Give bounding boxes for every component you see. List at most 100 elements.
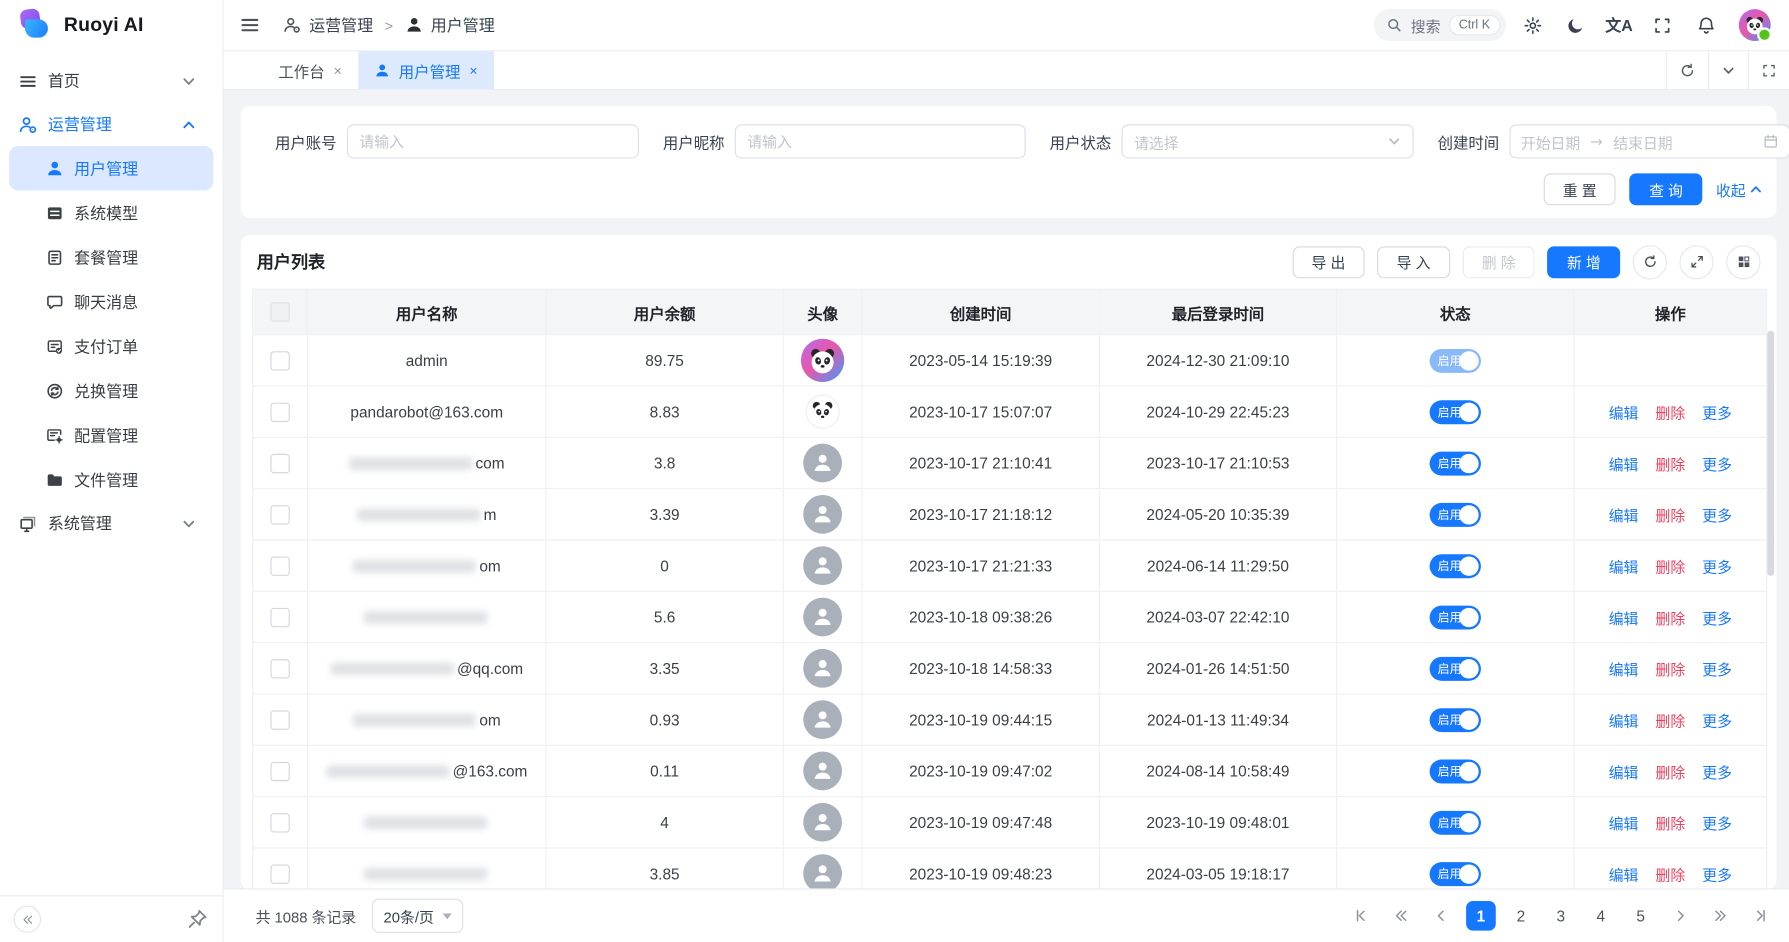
page-button-1[interactable]: 1 — [1466, 901, 1496, 931]
sidebar-item-config[interactable]: 配置管理 — [9, 413, 213, 457]
edit-link[interactable]: 编辑 — [1609, 760, 1639, 782]
page-button-4[interactable]: 4 — [1586, 901, 1616, 931]
status-toggle[interactable]: 启用 — [1430, 451, 1481, 475]
pin-icon[interactable] — [186, 908, 209, 931]
tab-refresh-button[interactable] — [1666, 51, 1708, 89]
delete-link[interactable]: 删除 — [1655, 504, 1685, 526]
more-link[interactable]: 更多 — [1702, 555, 1732, 577]
search-button[interactable]: 查 询 — [1630, 173, 1703, 205]
page-button-5[interactable]: 5 — [1626, 901, 1656, 931]
row-checkbox[interactable] — [270, 607, 289, 626]
delete-link[interactable]: 删除 — [1655, 452, 1685, 474]
sidebar-item-system-models[interactable]: 系统模型 — [9, 190, 213, 234]
status-toggle[interactable]: 启用 — [1430, 656, 1481, 680]
refresh-table-button[interactable] — [1633, 245, 1667, 279]
edit-link[interactable]: 编辑 — [1609, 504, 1639, 526]
hamburger-icon[interactable] — [240, 15, 261, 36]
tab-maximize-button[interactable] — [1748, 51, 1789, 89]
delete-button[interactable]: 删 除 — [1462, 246, 1535, 278]
date-range-picker[interactable]: 开始日期 结束日期 — [1509, 124, 1789, 158]
language-button[interactable]: 文A — [1602, 8, 1636, 42]
edit-link[interactable]: 编辑 — [1609, 863, 1639, 885]
user-avatar[interactable] — [1739, 9, 1771, 41]
delete-link[interactable]: 删除 — [1655, 401, 1685, 423]
more-link[interactable]: 更多 — [1702, 709, 1732, 731]
close-icon[interactable]: × — [470, 62, 478, 78]
sidebar-item-files[interactable]: 文件管理 — [9, 457, 213, 501]
row-checkbox[interactable] — [270, 761, 289, 780]
edit-link[interactable]: 编辑 — [1609, 811, 1639, 833]
sidebar-item-payment-orders[interactable]: 支付订单 — [9, 324, 213, 368]
edit-link[interactable]: 编辑 — [1609, 555, 1639, 577]
settings-button[interactable] — [1515, 8, 1549, 42]
sidebar-item-user-management[interactable]: 用户管理 — [9, 146, 213, 190]
row-checkbox[interactable] — [270, 556, 289, 575]
row-checkbox[interactable] — [270, 351, 289, 370]
last-page-button[interactable] — [1746, 901, 1776, 931]
edit-link[interactable]: 编辑 — [1609, 657, 1639, 679]
select-all-checkbox[interactable] — [270, 302, 289, 321]
sidebar-item-redeem[interactable]: 兑换管理 — [9, 368, 213, 412]
row-checkbox[interactable] — [270, 402, 289, 421]
sidebar-item-home[interactable]: 首页 — [0, 59, 222, 102]
breadcrumb-item[interactable]: 运营管理 — [309, 14, 373, 37]
row-checkbox[interactable] — [270, 659, 289, 678]
more-link[interactable]: 更多 — [1702, 504, 1732, 526]
collapse-filter-link[interactable]: 收起 — [1716, 178, 1763, 200]
close-icon[interactable]: × — [334, 62, 342, 78]
page-size-select[interactable]: 20条/页 — [372, 899, 463, 933]
more-link[interactable]: 更多 — [1702, 657, 1732, 679]
delete-link[interactable]: 删除 — [1655, 657, 1685, 679]
status-toggle[interactable]: 启用 — [1430, 348, 1481, 372]
edit-link[interactable]: 编辑 — [1609, 606, 1639, 628]
tab-menu-button[interactable] — [1708, 51, 1748, 89]
status-toggle[interactable]: 启用 — [1430, 502, 1481, 526]
fullscreen-button[interactable] — [1645, 8, 1679, 42]
sidebar-item-chat-messages[interactable]: 聊天消息 — [9, 279, 213, 323]
sidebar-item-system[interactable]: 系统管理 — [0, 502, 222, 545]
more-link[interactable]: 更多 — [1702, 401, 1732, 423]
more-link[interactable]: 更多 — [1702, 452, 1732, 474]
reset-button[interactable]: 重 置 — [1543, 173, 1616, 205]
tab-workbench[interactable]: 工作台 × — [262, 51, 357, 89]
page-button-2[interactable]: 2 — [1506, 901, 1536, 931]
import-button[interactable]: 导 入 — [1377, 246, 1450, 278]
first-page-button[interactable] — [1346, 901, 1376, 931]
notifications-button[interactable] — [1689, 8, 1723, 42]
next-page-button[interactable] — [1666, 901, 1696, 931]
delete-link[interactable]: 删除 — [1655, 606, 1685, 628]
row-checkbox[interactable] — [270, 813, 289, 832]
add-button[interactable]: 新 增 — [1548, 246, 1621, 278]
more-link[interactable]: 更多 — [1702, 811, 1732, 833]
theme-toggle-button[interactable] — [1559, 8, 1593, 42]
breadcrumb-item[interactable]: 用户管理 — [431, 14, 495, 37]
edit-link[interactable]: 编辑 — [1609, 452, 1639, 474]
column-settings-button[interactable] — [1726, 245, 1760, 279]
status-toggle[interactable]: 启用 — [1430, 759, 1481, 783]
delete-link[interactable]: 删除 — [1655, 811, 1685, 833]
status-toggle[interactable]: 启用 — [1430, 554, 1481, 578]
fullscreen-table-button[interactable] — [1679, 245, 1713, 279]
status-toggle[interactable]: 启用 — [1430, 400, 1481, 424]
table-scrollbar[interactable] — [1767, 331, 1774, 576]
row-checkbox[interactable] — [270, 710, 289, 729]
delete-link[interactable]: 删除 — [1655, 555, 1685, 577]
row-checkbox[interactable] — [270, 453, 289, 472]
sidebar-collapse-button[interactable] — [14, 906, 41, 933]
export-button[interactable]: 导 出 — [1292, 246, 1365, 278]
prev-5-pages-button[interactable] — [1386, 901, 1416, 931]
status-toggle[interactable]: 启用 — [1430, 708, 1481, 732]
status-toggle[interactable]: 启用 — [1430, 810, 1481, 834]
more-link[interactable]: 更多 — [1702, 760, 1732, 782]
tab-user-management[interactable]: 用户管理 × — [358, 51, 494, 89]
next-5-pages-button[interactable] — [1706, 901, 1736, 931]
status-select[interactable]: 请选择 — [1122, 124, 1414, 158]
row-checkbox[interactable] — [270, 505, 289, 524]
nickname-input[interactable] — [735, 124, 1026, 158]
edit-link[interactable]: 编辑 — [1609, 709, 1639, 731]
sidebar-item-packages[interactable]: 套餐管理 — [9, 235, 213, 279]
sidebar-item-operations[interactable]: 运营管理 — [0, 103, 222, 146]
more-link[interactable]: 更多 — [1702, 606, 1732, 628]
status-toggle[interactable]: 启用 — [1430, 862, 1481, 886]
account-input[interactable] — [347, 124, 639, 158]
